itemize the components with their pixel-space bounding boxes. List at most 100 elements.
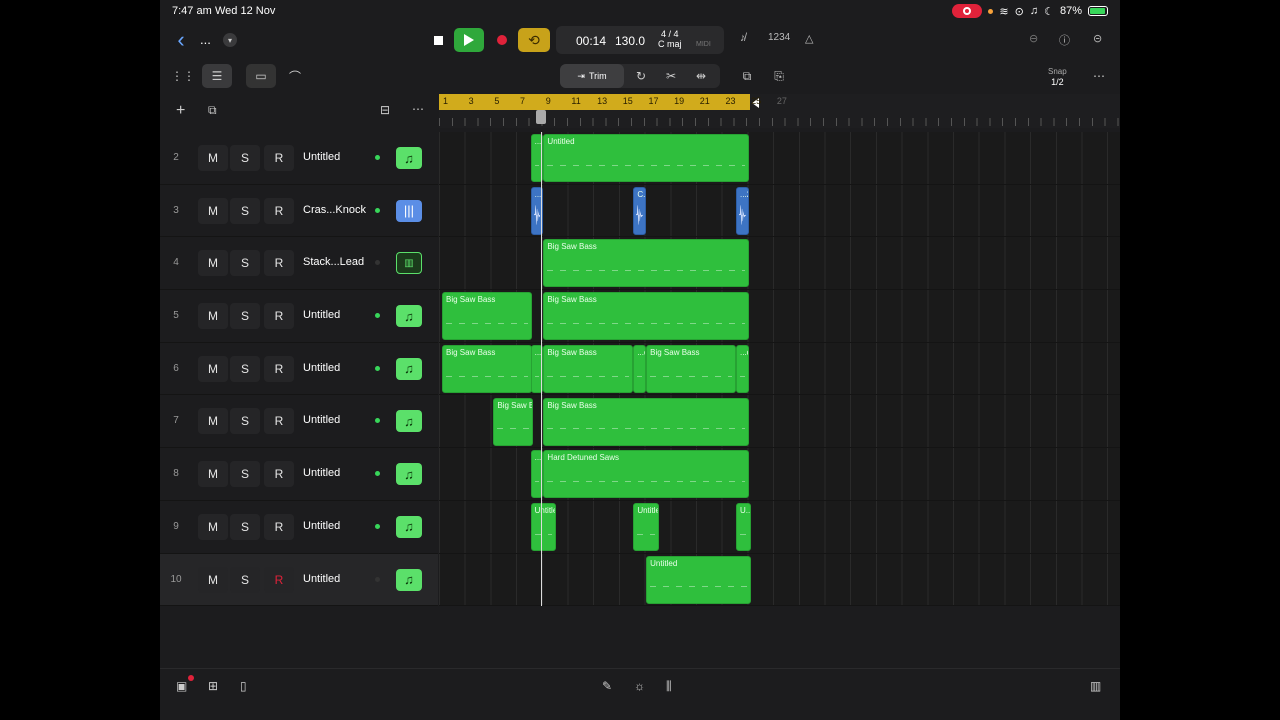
- track-name[interactable]: Untitled: [303, 362, 340, 374]
- midi-region[interactable]: Big Saw Bass: [543, 292, 749, 341]
- mute-button[interactable]: M: [198, 250, 228, 277]
- mute-button[interactable]: M: [198, 566, 228, 593]
- track-header[interactable]: 6 M S R Untitled ♫: [160, 343, 438, 396]
- grid-view-icon[interactable]: ⋮⋮: [171, 64, 195, 88]
- midi-region[interactable]: U...d: [736, 502, 752, 551]
- record-enable-button[interactable]: R: [264, 566, 294, 593]
- stop-button[interactable]: [428, 30, 448, 50]
- solo-button[interactable]: S: [230, 355, 260, 382]
- midi-region[interactable]: Hard Detuned Saws: [543, 450, 749, 499]
- duplicate-track-icon[interactable]: ⧉: [208, 103, 217, 118]
- solo-button[interactable]: S: [230, 303, 260, 330]
- playhead-line[interactable]: [540, 132, 542, 606]
- copy-icon[interactable]: ⧉: [736, 64, 758, 88]
- track-name[interactable]: Untitled: [303, 573, 340, 585]
- midi-region[interactable]: Big Saw Bass: [442, 292, 532, 341]
- music-note-icon[interactable]: ♫: [396, 410, 422, 433]
- music-note-icon[interactable]: ♫: [396, 305, 422, 328]
- track-header[interactable]: 5 M S R Untitled ♫: [160, 290, 438, 343]
- track-header[interactable]: 7 M S R Untitled ♫: [160, 395, 438, 449]
- play-button[interactable]: [454, 28, 484, 52]
- track-name[interactable]: Untitled: [303, 309, 340, 321]
- music-note-icon[interactable]: ♫: [396, 515, 422, 538]
- track-header[interactable]: 8 M S R Untitled ♫: [160, 448, 438, 501]
- add-track-icon[interactable]: +: [176, 102, 185, 120]
- playhead-handle[interactable]: [535, 110, 546, 124]
- keyboard-synth-icon[interactable]: ▥: [396, 252, 422, 275]
- track-name[interactable]: Untitled: [303, 414, 340, 426]
- midi-region[interactable]: Big Saw Bass: [646, 344, 737, 393]
- track-name[interactable]: Untitled: [303, 467, 340, 479]
- midi-region[interactable]: Big Saw Bass: [493, 397, 534, 446]
- midi-region[interactable]: Untitled: [530, 502, 557, 551]
- track-name[interactable]: Untitled: [303, 151, 340, 163]
- tracks-view-icon[interactable]: ☰: [202, 64, 232, 88]
- midi-region[interactable]: Untitled: [633, 502, 659, 551]
- solo-button[interactable]: S: [230, 197, 260, 224]
- music-note-icon[interactable]: ♫: [396, 357, 422, 380]
- track-name[interactable]: Stack...Lead: [303, 256, 364, 268]
- mixer-controls-icon[interactable]: ⊞: [208, 679, 218, 693]
- more-icon[interactable]: ⋯: [1090, 64, 1108, 88]
- split-tool-icon[interactable]: ✂: [660, 64, 682, 88]
- mute-button[interactable]: M: [198, 197, 228, 224]
- record-enable-button[interactable]: R: [264, 513, 294, 540]
- midi-region[interactable]: Untitled: [543, 134, 749, 182]
- mixer-icon[interactable]: ⫼: [666, 679, 672, 694]
- automation-icon[interactable]: ⌒: [282, 64, 308, 88]
- cycle-button[interactable]: ⟲: [518, 28, 550, 52]
- track-name[interactable]: Untitled: [303, 520, 340, 532]
- region-view-icon[interactable]: ▭: [246, 64, 276, 88]
- inspector-icon[interactable]: ▯: [240, 679, 247, 693]
- pencil-icon[interactable]: ✎: [602, 679, 612, 693]
- record-enable-button[interactable]: R: [264, 303, 294, 330]
- screen-recording-icon[interactable]: [952, 4, 983, 18]
- solo-button[interactable]: S: [230, 566, 260, 593]
- midi-region[interactable]: Untitled: [646, 555, 752, 604]
- project-menu-button[interactable]: ...: [200, 32, 211, 47]
- record-enable-button[interactable]: R: [264, 250, 294, 277]
- music-note-icon[interactable]: ♫: [396, 147, 422, 169]
- chevron-down-icon[interactable]: ▾: [223, 33, 237, 47]
- solo-button[interactable]: S: [230, 250, 260, 277]
- track-name[interactable]: Cras...Knock: [303, 204, 366, 216]
- mute-button[interactable]: M: [198, 513, 228, 540]
- track-header[interactable]: 10 M S R Untitled ♫: [160, 553, 438, 607]
- track-header[interactable]: 4 M S R Stack...Lead ▥: [160, 237, 438, 291]
- snap-control[interactable]: Snap 1/2: [1048, 66, 1067, 88]
- more-options-icon[interactable]: ⊝: [1093, 32, 1102, 45]
- lcd-display[interactable]: 00:14 130.0 4 / 4 C maj MIDI: [556, 26, 724, 54]
- mute-button[interactable]: M: [198, 303, 228, 330]
- track-header[interactable]: 2 M S R Untitled ♫: [160, 132, 438, 185]
- mute-button[interactable]: M: [198, 355, 228, 382]
- midi-region[interactable]: ...d: [633, 344, 647, 393]
- mute-button[interactable]: M: [198, 461, 228, 488]
- audio-region[interactable]: C...1: [633, 186, 647, 235]
- join-tool-icon[interactable]: ⇹: [690, 64, 712, 88]
- smart-controls-icon[interactable]: ☼: [634, 679, 645, 693]
- track-settings-icon[interactable]: ⊟: [380, 103, 390, 117]
- browser-icon[interactable]: ▣: [176, 679, 187, 693]
- solo-button[interactable]: S: [230, 513, 260, 540]
- help-icon[interactable]: ⓘ: [1059, 32, 1070, 48]
- record-enable-button[interactable]: R: [264, 461, 294, 488]
- tuner-icon[interactable]: ♪̸: [740, 32, 746, 44]
- music-note-icon[interactable]: ♫: [396, 568, 422, 591]
- timeline-ruler[interactable]: 1 3 5 7 9 11 13 15 17 19 21 23 25 27: [439, 94, 1120, 128]
- track-header[interactable]: 3 M S R Cras...Knock |||: [160, 185, 438, 238]
- metronome-icon[interactable]: △: [805, 32, 813, 45]
- waveform-icon[interactable]: |||: [396, 199, 422, 222]
- track-header[interactable]: 9 M S R Untitled ♫: [160, 501, 438, 554]
- paste-icon[interactable]: ⎘: [768, 64, 790, 88]
- count-in-button[interactable]: 1234: [768, 32, 790, 43]
- solo-button[interactable]: S: [230, 145, 260, 171]
- solo-button[interactable]: S: [230, 408, 260, 435]
- piano-keyboard-icon[interactable]: ▥: [1090, 679, 1101, 693]
- trim-tool-button[interactable]: ⇥ Trim: [560, 64, 624, 88]
- midi-region[interactable]: Big Saw Bass: [543, 397, 749, 446]
- record-enable-button[interactable]: R: [264, 197, 294, 224]
- midi-region[interactable]: Big Saw Bass: [442, 344, 532, 393]
- midi-region[interactable]: ...d: [736, 344, 749, 393]
- undo-history-icon[interactable]: ⊖: [1029, 32, 1038, 45]
- record-enable-button[interactable]: R: [264, 145, 294, 171]
